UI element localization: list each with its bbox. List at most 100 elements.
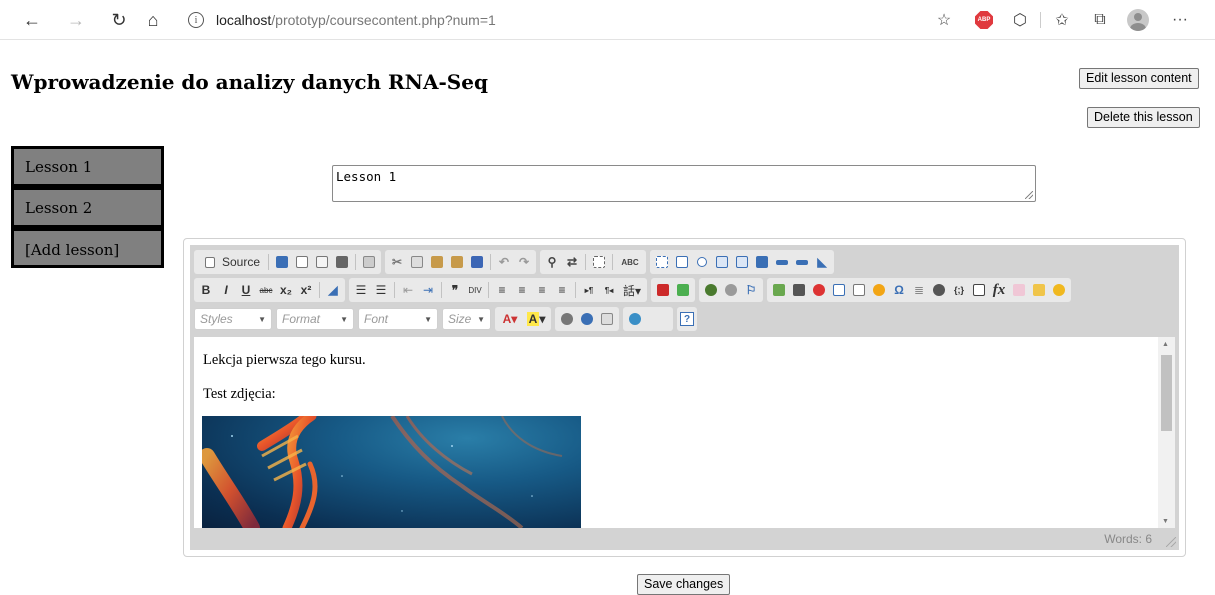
numbered-list-icon[interactable]: ☰ xyxy=(352,281,370,299)
paste-icon[interactable] xyxy=(428,253,446,271)
indent-icon[interactable]: ⇥ xyxy=(419,281,437,299)
maximize-icon[interactable] xyxy=(558,310,576,328)
align-center-icon[interactable]: ≡ xyxy=(513,281,531,299)
size-combo[interactable]: Size ▼ xyxy=(442,308,491,330)
special-char-icon[interactable]: Ω xyxy=(890,281,908,299)
circle-plugin-icon[interactable] xyxy=(1050,281,1068,299)
source-button[interactable]: Source xyxy=(197,253,264,271)
hidden-field-icon[interactable]: ◣ xyxy=(813,253,831,271)
link-icon[interactable] xyxy=(702,281,720,299)
background-color-icon[interactable]: A ▾ xyxy=(524,310,548,328)
italic-icon[interactable]: I xyxy=(217,281,235,299)
text-color-icon[interactable]: A▾ xyxy=(498,310,522,328)
add-favorite-icon[interactable]: ☆ xyxy=(932,8,956,32)
form-icon[interactable] xyxy=(653,253,671,271)
about-icon[interactable] xyxy=(626,310,644,328)
unlink-icon[interactable] xyxy=(722,281,740,299)
table-icon[interactable] xyxy=(830,281,848,299)
language-icon[interactable]: 話▾ xyxy=(620,281,644,299)
align-right-icon[interactable]: ≡ xyxy=(533,281,551,299)
image-icon[interactable] xyxy=(770,281,788,299)
profile-avatar[interactable] xyxy=(1126,8,1150,32)
refresh-icon[interactable]: ↻ xyxy=(107,8,131,32)
div-container-icon[interactable]: DIV xyxy=(466,281,484,299)
underline-icon[interactable]: U xyxy=(237,281,255,299)
spellcheck-icon[interactable]: ABC xyxy=(617,253,643,271)
ltr-icon[interactable]: ▸¶ xyxy=(580,281,598,299)
anchor-flag-icon[interactable]: ⚐ xyxy=(742,281,760,299)
copy-icon[interactable] xyxy=(408,253,426,271)
flash-icon[interactable] xyxy=(790,281,808,299)
help-icon[interactable]: ? xyxy=(680,312,694,326)
new-page-icon[interactable] xyxy=(293,253,311,271)
select-all-icon[interactable] xyxy=(590,253,608,271)
image-button-icon[interactable] xyxy=(793,253,811,271)
editor-content-area[interactable]: Lekcja pierwsza tego kursu. Test zdjęcia… xyxy=(194,337,1175,528)
address-bar[interactable]: i localhost/prototyp/coursecontent.php?n… xyxy=(184,5,1014,35)
math-formula-icon[interactable]: fx xyxy=(990,281,1008,299)
redo-icon[interactable]: ↷ xyxy=(515,253,533,271)
home-icon[interactable]: ⌂ xyxy=(141,8,165,32)
comment-icon[interactable] xyxy=(1030,281,1048,299)
align-justify-icon[interactable]: ≡ xyxy=(553,281,571,299)
dna-image[interactable] xyxy=(202,416,581,528)
rtl-icon[interactable]: ¶◂ xyxy=(600,281,618,299)
blockquote-icon[interactable]: ❞ xyxy=(446,281,464,299)
templates-icon[interactable] xyxy=(360,253,378,271)
youtube-icon[interactable] xyxy=(654,281,672,299)
forward-arrow-icon[interactable]: → xyxy=(64,8,88,32)
smiley-icon[interactable] xyxy=(870,281,888,299)
edit-lesson-button[interactable]: Edit lesson content xyxy=(1079,68,1199,89)
collections-icon[interactable]: ⧉ xyxy=(1088,8,1112,32)
cut-icon[interactable]: ✂ xyxy=(388,253,406,271)
add-lesson-item[interactable]: [Add lesson] xyxy=(11,228,164,268)
superscript-icon[interactable]: x² xyxy=(297,281,315,299)
image2-icon[interactable] xyxy=(970,281,988,299)
select-field-icon[interactable] xyxy=(753,253,771,271)
delete-lesson-button[interactable]: Delete this lesson xyxy=(1087,107,1200,128)
sidebar-item-lesson-1[interactable]: Lesson 1 xyxy=(11,146,164,187)
strikethrough-icon[interactable]: abc xyxy=(257,281,275,299)
replace-icon[interactable]: ⇄ xyxy=(563,253,581,271)
preview-icon[interactable] xyxy=(313,253,331,271)
paste-word-icon[interactable] xyxy=(468,253,486,271)
styles-combo[interactable]: Styles ▼ xyxy=(194,308,272,330)
favorites-icon[interactable]: ✩ xyxy=(1050,8,1074,32)
align-left-icon[interactable]: ≡ xyxy=(493,281,511,299)
google-maps-icon[interactable] xyxy=(674,281,692,299)
radio-icon[interactable] xyxy=(693,253,711,271)
iframe-icon[interactable] xyxy=(930,281,948,299)
show-blocks-icon[interactable] xyxy=(578,310,596,328)
textarea-icon[interactable] xyxy=(733,253,751,271)
paste-text-icon[interactable] xyxy=(448,253,466,271)
lesson-title-textarea[interactable]: Lesson 1 xyxy=(332,165,1036,202)
extensions-icon[interactable]: ⬡ xyxy=(1008,8,1032,32)
code-snippet-icon[interactable]: {;} xyxy=(950,281,968,299)
print-icon[interactable] xyxy=(333,253,351,271)
more-menu-icon[interactable]: ··· xyxy=(1168,8,1192,32)
scrollbar-thumb[interactable] xyxy=(1161,355,1172,431)
back-arrow-icon[interactable]: ← xyxy=(20,8,44,32)
page-break-icon[interactable]: ≣ xyxy=(910,281,928,299)
editor-scrollbar[interactable]: ▲ ▼ xyxy=(1158,337,1175,528)
resize-grip-icon[interactable] xyxy=(1025,191,1033,199)
document-props-icon[interactable] xyxy=(598,310,616,328)
text-field-icon[interactable] xyxy=(713,253,731,271)
subscript-icon[interactable]: x₂ xyxy=(277,281,295,299)
outdent-icon[interactable]: ⇤ xyxy=(399,281,417,299)
scroll-down-icon[interactable]: ▼ xyxy=(1162,517,1169,525)
site-info-icon[interactable]: i xyxy=(188,12,204,28)
scroll-up-icon[interactable]: ▲ xyxy=(1162,340,1169,348)
adblock-extension[interactable]: ABP xyxy=(972,8,996,32)
bulleted-list-icon[interactable]: ☰ xyxy=(372,281,390,299)
save-icon[interactable] xyxy=(273,253,291,271)
checkbox-icon[interactable] xyxy=(673,253,691,271)
emoji-icon[interactable] xyxy=(1010,281,1028,299)
undo-icon[interactable]: ↶ xyxy=(495,253,513,271)
remove-format-icon[interactable]: ◢ xyxy=(324,281,342,299)
editor-resize-icon[interactable] xyxy=(1166,537,1176,547)
horizontal-rule-icon[interactable] xyxy=(850,281,868,299)
button-field-icon[interactable] xyxy=(773,253,791,271)
find-icon[interactable]: ⚲ xyxy=(543,253,561,271)
sidebar-item-lesson-2[interactable]: Lesson 2 xyxy=(11,187,164,228)
